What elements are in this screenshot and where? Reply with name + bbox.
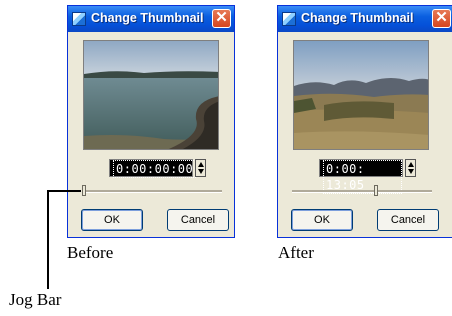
title-bar[interactable]: Change Thumbnail ✕: [278, 6, 452, 32]
spin-down-icon[interactable]: [198, 169, 204, 174]
jog-thumb[interactable]: [374, 185, 378, 196]
timecode-field[interactable]: 0:00: 13:05: [319, 159, 403, 194]
jog-track: [292, 190, 432, 193]
close-icon[interactable]: ✕: [212, 9, 231, 28]
jog-bar-callout-label: Jog Bar: [9, 290, 62, 309]
cancel-button[interactable]: Cancel: [377, 209, 439, 231]
title-bar[interactable]: Change Thumbnail ✕: [68, 6, 234, 32]
close-icon[interactable]: ✕: [432, 9, 451, 28]
caption-before: Before: [67, 243, 114, 262]
timecode-field[interactable]: 0:00:00:00: [109, 159, 197, 178]
spin-up-icon[interactable]: [198, 162, 204, 167]
jog-bar[interactable]: [82, 185, 222, 197]
change-thumbnail-dialog-before: Change Thumbnail ✕ 0:00:00:00 OK Cancel: [67, 5, 235, 238]
spin-up-icon[interactable]: [408, 162, 414, 167]
thumbnail-preview: [293, 40, 429, 150]
change-thumbnail-dialog-after: Change Thumbnail ✕ 0:00: 13:05 OK Cancel: [277, 5, 452, 238]
timecode-value: 0:00:00:00: [113, 160, 197, 178]
jog-thumb[interactable]: [82, 185, 86, 196]
timecode-spinner[interactable]: [195, 159, 206, 177]
cancel-button[interactable]: Cancel: [167, 209, 229, 231]
callout-line-horizontal: [47, 190, 81, 192]
jog-bar[interactable]: [292, 185, 432, 197]
callout-line-vertical: [47, 190, 49, 289]
timecode-spinner[interactable]: [405, 159, 416, 177]
jog-track: [82, 190, 222, 193]
caption-after: After: [278, 243, 314, 262]
app-icon: [282, 12, 296, 26]
spin-down-icon[interactable]: [408, 169, 414, 174]
app-icon: [72, 12, 86, 26]
ok-button[interactable]: OK: [291, 209, 353, 231]
dialog-title: Change Thumbnail: [301, 11, 414, 25]
thumbnail-preview: [83, 40, 219, 150]
dialog-title: Change Thumbnail: [91, 11, 204, 25]
ok-button[interactable]: OK: [81, 209, 143, 231]
